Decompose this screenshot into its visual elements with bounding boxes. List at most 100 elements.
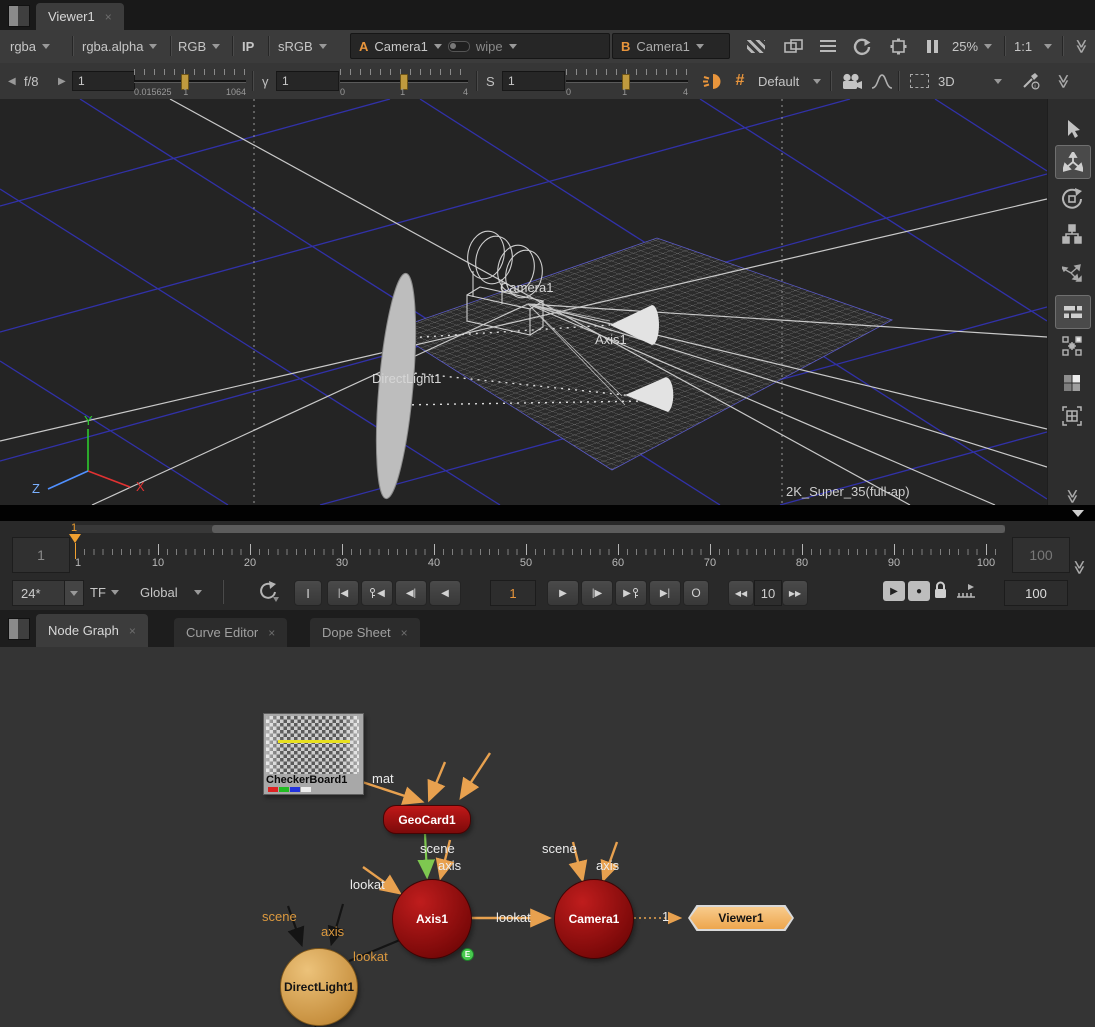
refresh-icon[interactable]: [848, 30, 876, 63]
saturation-slider[interactable]: 0 1 4: [566, 65, 688, 99]
channels-dropdown[interactable]: rgba: [10, 30, 50, 63]
next-key-button[interactable]: ▶: [615, 580, 647, 606]
play-forward-button[interactable]: ▶: [547, 580, 579, 606]
gizmo-x-label: X: [136, 479, 145, 494]
pane-split-icon[interactable]: [8, 5, 30, 27]
timeline-scroll-bar[interactable]: [212, 525, 1005, 533]
rotate-icon[interactable]: [1055, 183, 1089, 215]
fps-dropdown[interactable]: 24*: [12, 580, 84, 606]
chevron-down-icon[interactable]: [509, 44, 517, 49]
pane-split-icon[interactable]: [8, 618, 30, 640]
thumbnail-yellow-line: [278, 740, 350, 743]
gain-input[interactable]: 1: [72, 71, 135, 91]
play-backward-button[interactable]: ◀: [429, 580, 461, 606]
saturation-input[interactable]: 1: [502, 71, 565, 91]
step-forward-button[interactable]: ▶▶: [782, 580, 808, 606]
prev-key-button[interactable]: ◀: [361, 580, 393, 606]
step-back-button[interactable]: ◀◀: [728, 580, 754, 606]
loop-icon[interactable]: [256, 581, 280, 608]
view-preset-dropdown[interactable]: Default: [758, 63, 821, 99]
gain-slider[interactable]: 0.015625 1 1064: [134, 65, 246, 99]
node-camera[interactable]: Camera1: [554, 879, 634, 959]
spread-icon[interactable]: [1055, 257, 1089, 289]
render-icon[interactable]: ▶: [883, 581, 905, 601]
viewport-side-toolbar: ≫: [1047, 99, 1095, 505]
checker-panes-icon[interactable]: [1055, 367, 1089, 399]
directlight-disc[interactable]: [369, 272, 423, 500]
translate-icon[interactable]: [1055, 145, 1091, 179]
diagonal-stripes-icon[interactable]: [742, 30, 770, 63]
pause-icon[interactable]: [920, 30, 944, 63]
prev-fstop-icon[interactable]: ◀: [8, 63, 16, 99]
gate-icon[interactable]: [884, 30, 912, 63]
tab-dope-sheet[interactable]: Dope Sheet×: [310, 618, 420, 647]
prev-frame-button[interactable]: ◀|: [395, 580, 427, 606]
record-icon[interactable]: ●: [908, 581, 930, 601]
viewer-lut-dropdown[interactable]: sRGB: [278, 30, 327, 63]
tab-curve-editor[interactable]: Curve Editor×: [174, 618, 287, 647]
lock-icon[interactable]: [933, 581, 948, 605]
tf-dropdown[interactable]: TF: [90, 580, 119, 604]
close-icon[interactable]: ×: [401, 626, 408, 640]
lighting-icon[interactable]: [700, 63, 726, 99]
chevron-down-icon[interactable]: [696, 44, 704, 49]
chevron-down-icon[interactable]: [434, 44, 442, 49]
overlap-windows-icon[interactable]: [779, 30, 807, 63]
color-sampler-icon[interactable]: i: [1018, 63, 1044, 99]
timeline-left-frame-box[interactable]: 1: [12, 537, 70, 573]
current-frame-field[interactable]: 1: [490, 580, 536, 606]
wipe-toggle[interactable]: [448, 41, 470, 52]
next-fstop-icon[interactable]: ▶: [58, 63, 66, 99]
playhead[interactable]: [69, 534, 81, 543]
wipe-dropdown[interactable]: wipe: [476, 39, 503, 54]
flipbook-icon[interactable]: [956, 584, 976, 603]
range-scope-dropdown[interactable]: Global: [140, 580, 202, 604]
mark-in-button[interactable]: I: [294, 580, 322, 606]
input-b-dropdown[interactable]: Camera1: [636, 39, 689, 54]
close-icon[interactable]: ×: [105, 10, 112, 24]
grid-hash-icon[interactable]: #: [731, 63, 749, 99]
gamma-input[interactable]: 1: [276, 71, 339, 91]
node-geocard[interactable]: GeoCard1: [383, 805, 471, 834]
viewport-3d[interactable]: Y X Z Camera1 Axis1 DirectLight1 2K_Supe…: [0, 99, 1047, 505]
gamma-slider[interactable]: 0 1 4: [340, 65, 468, 99]
camera-icon[interactable]: [838, 63, 866, 99]
grid-layout-icon[interactable]: [1055, 330, 1089, 362]
display-channels-dropdown[interactable]: RGB: [178, 30, 220, 63]
channel-chip-blue: [290, 787, 300, 792]
select-cursor-icon[interactable]: [1055, 113, 1089, 145]
input-a-dropdown[interactable]: Camera1: [374, 39, 427, 54]
bars-icon[interactable]: [1055, 295, 1091, 329]
node-checkerboard[interactable]: CheckerBoard1: [263, 713, 364, 795]
timeline-ruler[interactable]: 1 10 20 30 40 50 60 70 80 90 100: [75, 537, 1000, 573]
node-viewer[interactable]: Viewer1: [688, 905, 794, 931]
node-axis[interactable]: Axis1: [392, 879, 472, 959]
next-frame-button[interactable]: |▶: [581, 580, 613, 606]
curve-icon[interactable]: [868, 63, 896, 99]
playback-end-field[interactable]: 100: [1004, 580, 1068, 606]
to-end-button[interactable]: ▶|: [649, 580, 681, 606]
scale-icon[interactable]: [1055, 218, 1089, 250]
layer-dropdown[interactable]: rgba.alpha: [82, 30, 157, 63]
zoom-level-dropdown[interactable]: 25%: [952, 30, 992, 63]
expand-info-icon[interactable]: [1072, 510, 1084, 517]
frame-increment-field[interactable]: 10: [754, 580, 782, 606]
menu-lines-icon[interactable]: [815, 30, 841, 63]
view-dimension-dropdown[interactable]: 3D: [938, 63, 1002, 99]
marquee-icon[interactable]: [906, 63, 932, 99]
link-label-scene-camera: scene: [542, 841, 577, 856]
proxy-dropdown[interactable]: 1:1: [1014, 30, 1052, 63]
o-button[interactable]: O: [683, 580, 709, 606]
frame-all-icon[interactable]: [1055, 400, 1089, 432]
input-process-toggle[interactable]: IP: [242, 30, 254, 63]
node-graph-canvas[interactable]: CheckerBoard1 GeoCard1 Axis1 E Camera1 V…: [0, 647, 1095, 1027]
node-directlight[interactable]: DirectLight1: [280, 948, 358, 1026]
close-icon[interactable]: ×: [268, 626, 275, 640]
tab-node-graph[interactable]: Node Graph×: [36, 614, 148, 647]
collapse-chevrons-icon[interactable]: ≫: [1052, 63, 1074, 99]
to-start-button[interactable]: |◀: [327, 580, 359, 606]
timeline-end-frame-box[interactable]: 100: [1012, 537, 1070, 573]
close-icon[interactable]: ×: [129, 624, 136, 638]
tab-viewer1[interactable]: Viewer1 ×: [36, 3, 124, 30]
collapse-chevrons-icon[interactable]: ≫: [1070, 30, 1092, 63]
